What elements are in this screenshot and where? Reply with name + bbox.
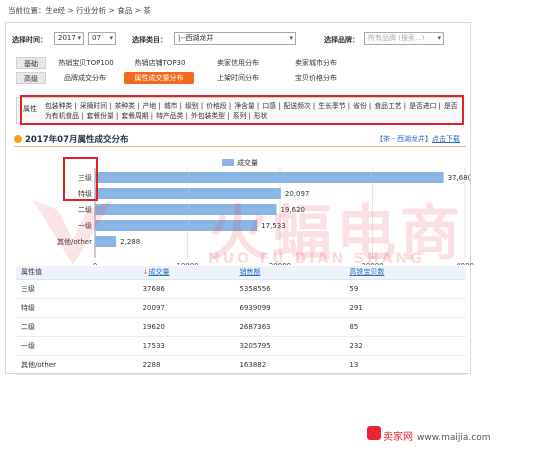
data-label: 17,533 [261,222,286,230]
table-cell: 2288 [137,355,235,375]
col-header-sales[interactable]: 销售额 [234,266,345,280]
table-cell: 163882 [234,355,345,375]
table-cell: 291 [344,298,466,318]
footer-url: www.maijia.com [417,433,491,443]
footer-brand: 卖家网 www.maijia.com [383,428,491,443]
x-tick-label: 30000 [361,262,383,265]
x-tick-label: 4000 [456,262,474,265]
bar [95,236,117,247]
x-tick-label: 0 [93,262,97,265]
data-label: 20,097 [285,190,310,198]
tab-brand-distribution[interactable]: 品牌成交分布 [50,72,120,84]
table-row: 特级 20097 6939099 291 [16,298,466,318]
table-row: 一级 17533 3205795 232 [16,336,466,356]
table-cell: 6939099 [234,298,345,318]
col-header-volume[interactable]: ↓成交量 [137,266,235,280]
col-header-items[interactable]: 高铁宝贝数 [344,266,466,280]
category-label: 选择类目： [132,36,167,44]
table-row: 其他/other 2288 163882 13 [16,355,466,375]
table-cell: 2687363 [234,317,345,337]
year-select[interactable]: 2017 [54,32,84,45]
footer-brand-name: 卖家网 [383,432,413,443]
title-bullet-icon [14,135,22,143]
table-cell: 20097 [137,298,235,318]
table-cell: 二级 [16,317,138,337]
data-label: 19,620 [280,206,305,214]
bar [95,172,444,183]
data-label: 2,288 [120,238,140,246]
bar [95,220,258,231]
table-cell: 5358556 [234,279,345,299]
attribute-highlight-box [20,95,464,125]
brand-label: 选择品牌： [324,36,359,44]
tab-attribute-distribution[interactable]: 属性成交量分布 [124,72,194,84]
title-actions: 【茶 - 西湖龙井】点击下载 [376,134,460,144]
filter-row: 选择时间： 2017 07 选择类目： |--西湖龙井 选择品牌： 所有品牌 (… [12,31,464,47]
table-cell: 17533 [137,336,235,356]
data-label: 37,68( [448,174,471,182]
analysis-tabs: 基础 高级 热销宝贝TOP100 热销店铺TOP30 卖家信用分布 卖家城市分布… [16,57,456,87]
x-tick-label: 20000 [269,262,291,265]
tab-listing-time[interactable]: 上架时间分布 [202,72,274,84]
tab-top30-shops[interactable]: 热销店铺TOP30 [124,57,196,69]
table-cell: 三级 [16,279,138,299]
x-tick-label: 10000 [176,262,198,265]
bar [95,188,281,199]
col-header-sales-label: 销售额 [239,268,261,277]
title-text: 2017年07月属性成交分布 [25,135,129,145]
y-tick-label: 一级 [78,221,92,230]
footer-logo-icon [367,426,381,440]
month-select[interactable]: 07 [88,32,116,45]
breadcrumb: 当前位置：生e经 > 行业分析 > 食品 > 茶 [8,6,151,15]
table-cell: 59 [344,279,466,299]
table-cell: 其他/other [16,355,138,375]
table-row: 三级 37686 5358556 59 [16,279,466,299]
col-header-volume-label: 成交量 [148,268,170,277]
table-cell: 19620 [137,317,235,337]
section-title: 2017年07月属性成交分布 [14,133,129,145]
category-select[interactable]: |--西湖龙井 [174,32,296,45]
table-cell: 3205795 [234,336,345,356]
table-cell: 85 [344,317,466,337]
bar [95,204,277,215]
category-highlight-box [63,157,98,201]
category-tag: 【茶 - 西湖龙井】 [376,135,432,143]
table-cell: 13 [344,355,466,375]
download-link[interactable]: 点击下载 [432,135,460,143]
table-row: 二级 19620 2687363 85 [16,317,466,337]
table-cell: 特级 [16,298,138,318]
data-table: 属性值 ↓成交量 销售额 高铁宝贝数 三级 37686 5358556 59 特级 200… [16,266,466,375]
time-label: 选择时间： [12,36,47,44]
tab-price-distribution[interactable]: 宝贝价格分布 [280,72,352,84]
y-tick-label: 二级 [78,205,92,214]
table-cell: 232 [344,336,466,356]
col-header-attr: 属性值 [16,266,138,280]
tab-top100-items[interactable]: 热销宝贝TOP100 [50,57,122,69]
tab-seller-credit[interactable]: 卖家信用分布 [202,57,274,69]
col-header-items-label: 高铁宝贝数 [349,268,385,277]
brand-search-input[interactable]: 所有品牌 (搜索...) [364,32,444,45]
y-tick-label: 其他/other [57,237,92,246]
table-cell: 一级 [16,336,138,356]
tab-basic[interactable]: 基础 [16,57,46,69]
tab-seller-city[interactable]: 卖家城市分布 [280,57,352,69]
title-divider [14,146,466,147]
table-cell: 37686 [137,279,235,299]
tab-advanced[interactable]: 高级 [16,72,46,84]
